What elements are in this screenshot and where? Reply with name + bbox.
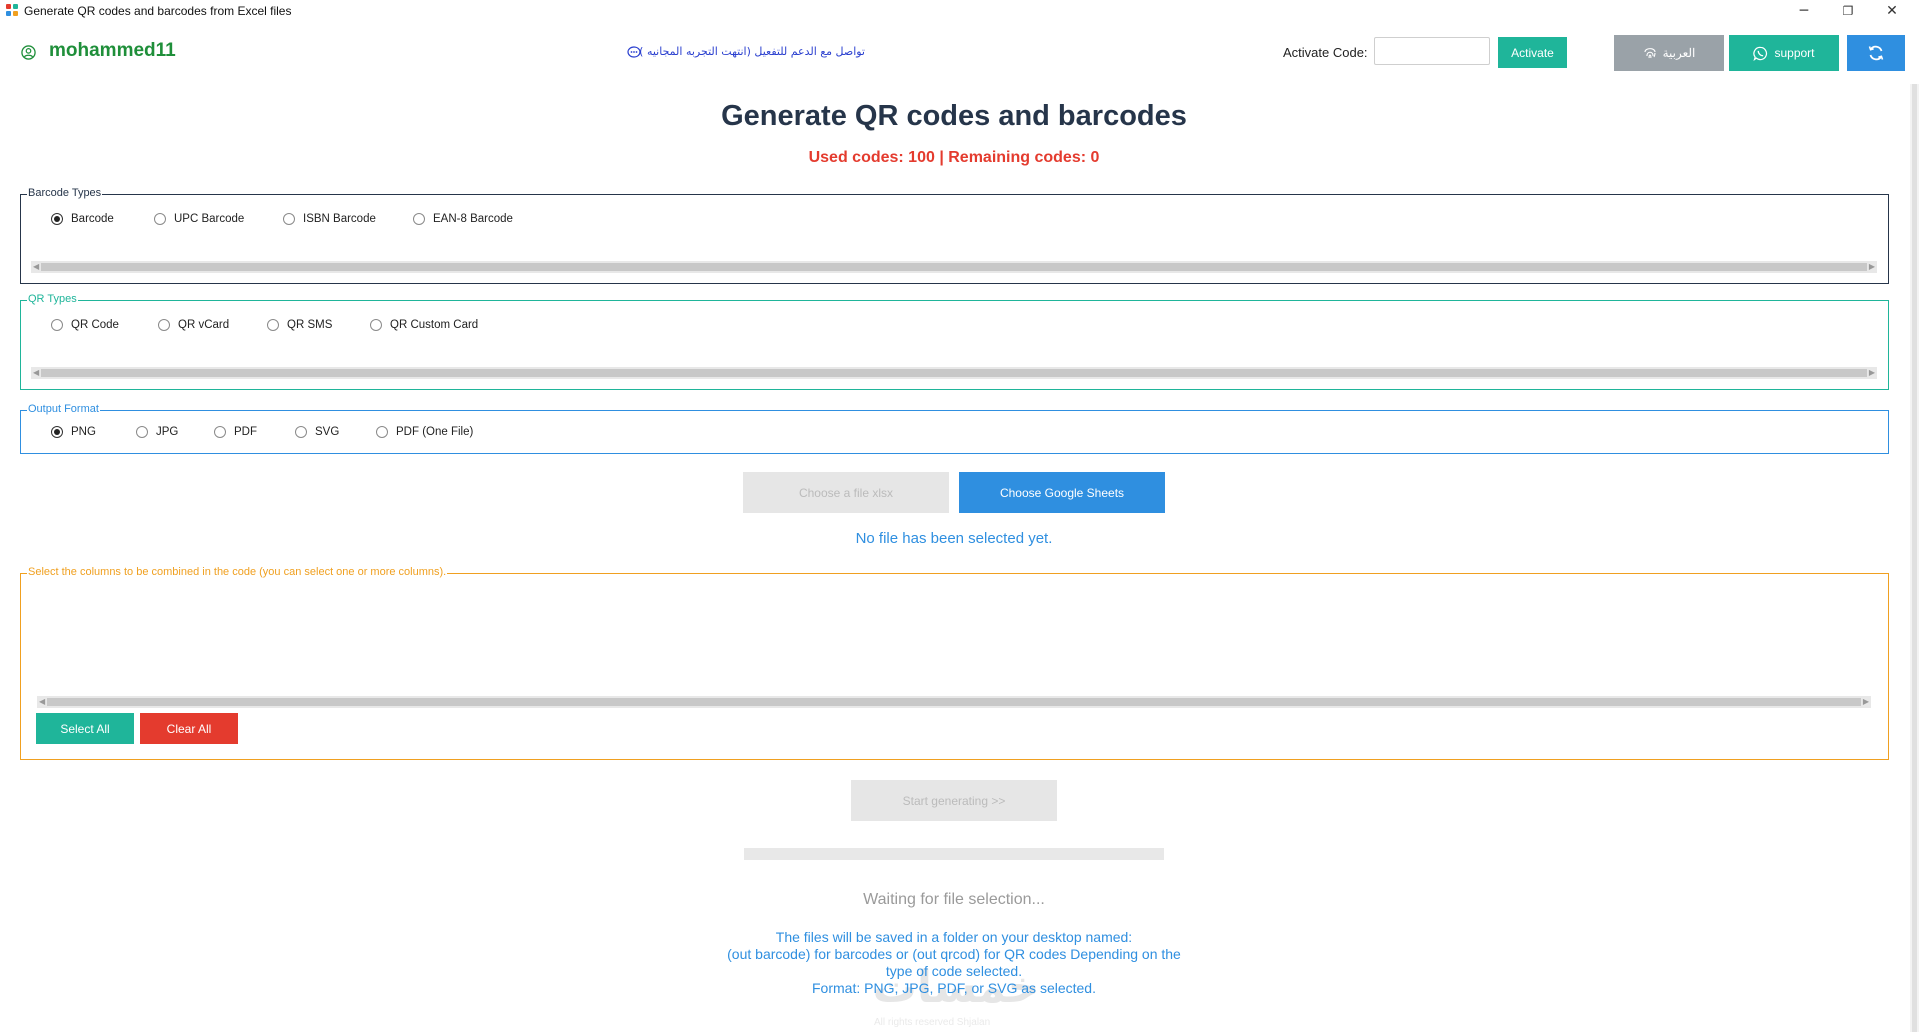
output-format-group: Output Format PNG JPG PDF SVG PDF (One F…	[20, 403, 1889, 454]
barcode-types-scrollbar[interactable]: ◀ ▶	[31, 261, 1877, 273]
select-all-button[interactable]: Select All	[36, 713, 134, 744]
radio-indicator	[283, 213, 295, 225]
minimize-icon: ─	[1799, 3, 1809, 19]
save-info: The files will be saved in a folder on y…	[0, 929, 1908, 997]
activate-button[interactable]: Activate	[1498, 37, 1567, 68]
radio-indicator	[154, 213, 166, 225]
output-format-legend: Output Format	[27, 403, 100, 415]
restore-icon: ❐	[1842, 4, 1854, 18]
username: mohammed11	[49, 40, 176, 61]
app-window: Generate QR codes and barcodes from Exce…	[0, 0, 1919, 1032]
barcode-types-legend: Barcode Types	[27, 187, 103, 199]
radio-indicator	[267, 319, 279, 331]
window-scrollbar[interactable]	[1910, 84, 1919, 1032]
radio-isbn-barcode[interactable]: ISBN Barcode	[283, 213, 376, 225]
whatsapp-icon	[1753, 46, 1768, 61]
radio-qr-custom-card[interactable]: QR Custom Card	[370, 319, 478, 331]
choose-google-sheets-button[interactable]: Choose Google Sheets	[959, 472, 1165, 513]
barcode-types-group: Barcode Types Barcode UPC Barcode ISBN B…	[20, 187, 1889, 284]
usage-counter: Used codes: 100 | Remaining codes: 0	[808, 149, 1100, 166]
radio-upc-barcode[interactable]: UPC Barcode	[154, 213, 244, 225]
window-title: Generate QR codes and barcodes from Exce…	[24, 4, 292, 18]
radio-indicator	[158, 319, 170, 331]
support-button[interactable]: support	[1729, 35, 1839, 71]
choose-xlsx-button[interactable]: Choose a file xlsx	[743, 472, 949, 513]
radio-jpg[interactable]: JPG	[136, 426, 178, 438]
radio-indicator	[370, 319, 382, 331]
app-logo-icon	[6, 4, 19, 17]
title-bar: Generate QR codes and barcodes from Exce…	[0, 0, 1919, 22]
save-info-line: type of code selected.	[885, 963, 1023, 979]
columns-legend: Select the columns to be combined in the…	[27, 566, 448, 578]
user-circle-icon	[21, 45, 36, 60]
qr-types-legend: QR Types	[27, 293, 78, 305]
clear-all-button[interactable]: Clear All	[140, 713, 238, 744]
radio-qr-sms[interactable]: QR SMS	[267, 319, 332, 331]
file-status: No file has been selected yet.	[855, 530, 1053, 547]
restore-button[interactable]: ❐	[1826, 0, 1870, 22]
activate-code-input[interactable]	[1374, 37, 1490, 65]
radio-indicator	[51, 319, 63, 331]
radio-indicator	[295, 426, 307, 438]
columns-group: Select the columns to be combined in the…	[20, 566, 1889, 760]
radio-indicator	[51, 213, 63, 225]
minimize-button[interactable]: ─	[1782, 0, 1826, 22]
radio-indicator	[214, 426, 226, 438]
columns-scrollbar[interactable]: ◀ ▶	[37, 696, 1871, 708]
start-generating-button[interactable]: Start generating >>	[851, 780, 1057, 821]
generation-status: Waiting for file selection...	[863, 891, 1045, 908]
radio-svg[interactable]: SVG	[295, 426, 339, 438]
radio-barcode[interactable]: Barcode	[51, 213, 114, 225]
radio-indicator	[376, 426, 388, 438]
radio-pdf-one-file[interactable]: PDF (One File)	[376, 426, 473, 438]
support-contact-link[interactable]: تواصل مع الدعم للتفعيل (انتهت التجربه ال…	[639, 45, 865, 58]
radio-qr-code[interactable]: QR Code	[51, 319, 119, 331]
radio-indicator	[413, 213, 425, 225]
save-info-line: The files will be saved in a folder on y…	[775, 929, 1133, 945]
qr-types-group: QR Types QR Code QR vCard QR SMS QR Cust…	[20, 293, 1889, 390]
activate-code-label: Activate Code:	[1283, 45, 1368, 60]
save-info-line: (out barcode) for barcodes or (out qrcod…	[727, 946, 1181, 962]
refresh-button[interactable]	[1847, 35, 1905, 71]
refresh-icon	[1868, 45, 1884, 61]
language-button-label: العربية	[1662, 46, 1696, 60]
progress-bar	[744, 848, 1164, 860]
radio-pdf[interactable]: PDF	[214, 426, 257, 438]
page-title: Generate QR codes and barcodes	[721, 100, 1187, 132]
language-button[interactable]: العربية	[1614, 35, 1724, 71]
support-button-label: support	[1774, 46, 1815, 60]
save-info-line: Format: PNG, JPG, PDF, or SVG as selecte…	[812, 980, 1096, 996]
radio-indicator	[136, 426, 148, 438]
fingerprint-icon	[1644, 48, 1656, 59]
radio-indicator	[51, 426, 63, 438]
radio-qr-vcard[interactable]: QR vCard	[158, 319, 229, 331]
qr-types-scrollbar[interactable]: ◀ ▶	[31, 367, 1877, 379]
close-button[interactable]: ✕	[1870, 0, 1914, 22]
radio-ean8-barcode[interactable]: EAN-8 Barcode	[413, 213, 513, 225]
watermark-caption: All rights reserved Shjalan	[874, 1017, 991, 1028]
close-icon: ✕	[1886, 3, 1898, 19]
radio-png[interactable]: PNG	[51, 426, 96, 438]
